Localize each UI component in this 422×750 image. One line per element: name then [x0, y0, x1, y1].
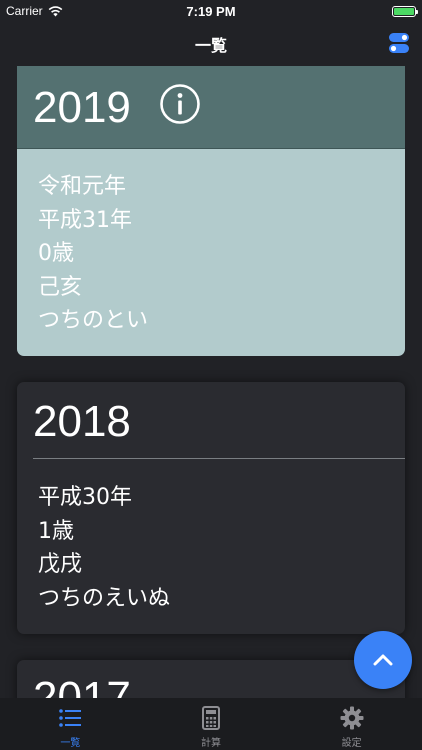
- navigation-bar: 一覧: [0, 22, 422, 66]
- era-heisei-label: 平成30年: [38, 485, 132, 510]
- zodiac-label: 戊戌: [38, 552, 83, 577]
- nav-title: 一覧: [194, 36, 227, 55]
- wifi-icon: [48, 5, 63, 16]
- tab-calculate[interactable]: 計算: [141, 698, 282, 750]
- list-icon: [59, 709, 82, 727]
- card-year: 2019: [33, 83, 131, 132]
- tab-settings[interactable]: 設定: [281, 698, 422, 750]
- info-icon[interactable]: [159, 83, 201, 125]
- era-reiwa-label: 令和元年: [38, 174, 127, 199]
- year-card-2018[interactable]: 2018 平成30年 1歳 戊戌 つちのえいぬ: [17, 382, 405, 634]
- age-label: 0歳: [38, 241, 74, 266]
- zodiac-reading-label: つちのえいぬ: [38, 585, 171, 611]
- toggle-switches-icon[interactable]: [388, 32, 410, 54]
- gear-icon: [340, 706, 364, 730]
- age-label: 1歳: [38, 518, 74, 544]
- tab-label: 一覧: [60, 738, 81, 749]
- zodiac-reading-label: つちのとい: [38, 308, 149, 333]
- year-card-2017[interactable]: 2017: [17, 660, 405, 698]
- zodiac-label: 己亥: [38, 274, 83, 300]
- card-year: 2018: [33, 397, 131, 446]
- tab-label: 設定: [341, 738, 362, 749]
- tab-list[interactable]: 一覧: [0, 698, 141, 750]
- scroll-to-top-button[interactable]: [354, 631, 412, 689]
- card-year: 2017: [33, 673, 131, 699]
- calculator-icon: [202, 706, 220, 730]
- chevron-up-icon: [373, 654, 393, 666]
- status-time: 7:19 PM: [186, 3, 236, 19]
- era-heisei-label: 平成31年: [38, 207, 132, 233]
- year-list[interactable]: 2019 令和元年 平成31年 0歳 己亥 つちのとい 2018 平成30年 1: [0, 66, 422, 698]
- tab-label: 計算: [201, 738, 221, 749]
- status-bar: Carrier 7:19 PM: [0, 0, 422, 22]
- year-card-2019[interactable]: 2019 令和元年 平成31年 0歳 己亥 つちのとい: [17, 66, 405, 356]
- carrier-label: Carrier: [6, 4, 43, 18]
- tab-bar: 一覧 計算 設定: [0, 698, 422, 750]
- battery-icon: [392, 5, 418, 17]
